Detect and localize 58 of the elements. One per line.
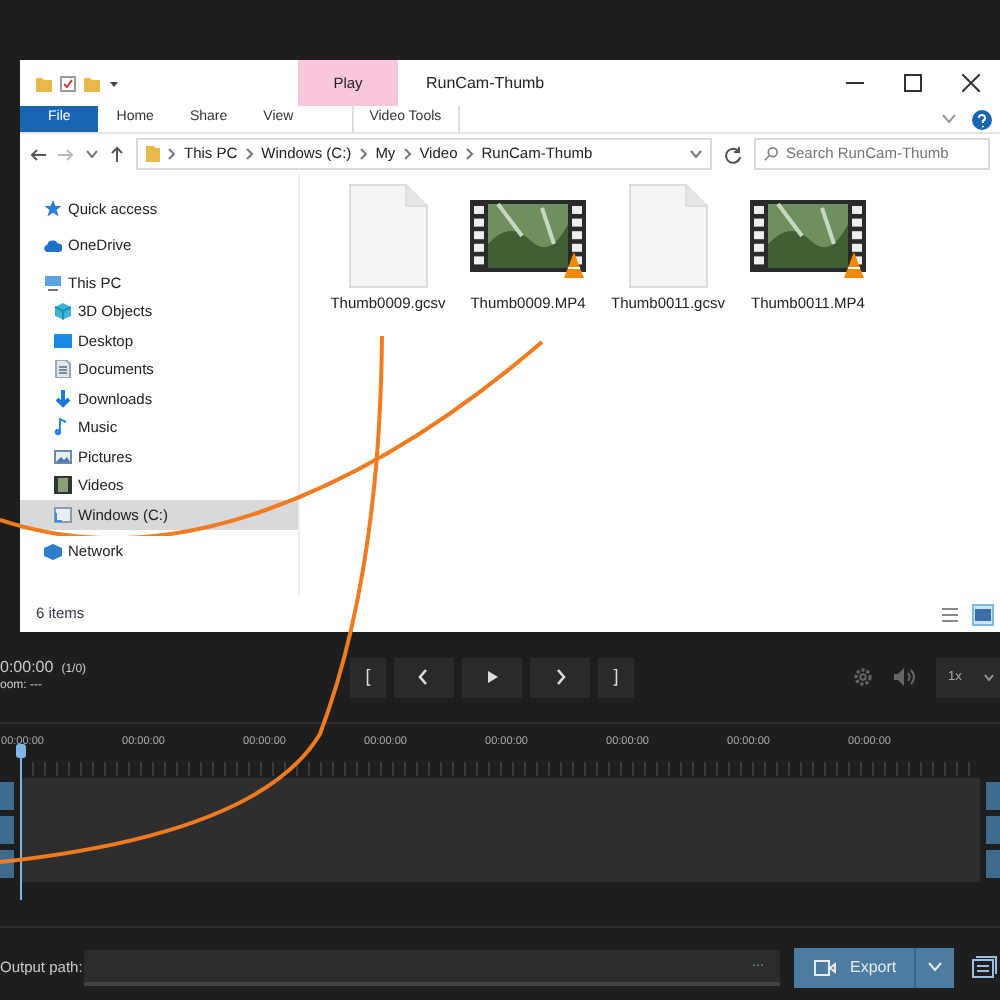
chevron-down-icon	[928, 962, 942, 972]
chevron-down-icon[interactable]	[86, 150, 98, 158]
track-button[interactable]	[986, 782, 1000, 810]
music-icon	[54, 418, 72, 437]
chevron-down-icon[interactable]	[942, 114, 956, 124]
next-button[interactable]	[530, 657, 590, 697]
document-icon	[628, 184, 708, 288]
chevron-right-icon	[359, 148, 368, 160]
track-button[interactable]	[0, 782, 14, 810]
previous-button[interactable]	[394, 657, 454, 697]
pc-icon	[44, 273, 62, 292]
video-camera-icon	[814, 959, 836, 975]
checklist-icon[interactable]	[60, 75, 76, 91]
export-button[interactable]: Export	[794, 947, 954, 987]
document-icon	[348, 184, 428, 288]
network-icon	[44, 542, 62, 561]
details-view-button[interactable]	[941, 605, 959, 623]
bracket-button[interactable]: ]	[598, 657, 634, 697]
speaker-icon[interactable]	[894, 668, 916, 686]
maximize-icon[interactable]	[904, 74, 922, 92]
chevron-down-icon	[984, 673, 994, 681]
track-button[interactable]	[986, 850, 1000, 878]
caret-icon[interactable]	[108, 77, 120, 89]
cube-icon	[54, 302, 72, 321]
large-icons-view-button[interactable]	[973, 605, 991, 623]
chevron-icon	[415, 668, 433, 686]
gear-icon[interactable]	[852, 666, 874, 688]
window-title: RunCam-Thumb	[426, 71, 545, 95]
folder-icon	[36, 75, 52, 91]
back-arrow-icon[interactable]	[30, 147, 46, 161]
chevron-down-icon[interactable]	[690, 150, 702, 158]
cloud-icon	[44, 236, 62, 255]
film-icon	[54, 476, 72, 495]
chevron-right-icon	[465, 148, 474, 160]
close-icon[interactable]	[962, 74, 980, 92]
star-icon	[44, 199, 62, 218]
track-button[interactable]	[986, 816, 1000, 844]
chevron-right-icon	[245, 148, 254, 160]
timecode: 0:00:00	[0, 658, 54, 680]
chevron-right-icon	[168, 148, 176, 160]
render-queue-icon[interactable]	[972, 956, 998, 978]
doc-icon	[54, 360, 72, 379]
download-icon	[54, 389, 72, 408]
chevron-right-icon	[403, 148, 412, 160]
picture-icon	[54, 447, 72, 466]
search-icon	[764, 146, 778, 162]
help-icon[interactable]	[972, 109, 992, 129]
play-icon	[483, 668, 501, 686]
desktop-icon	[54, 331, 72, 350]
refresh-icon[interactable]	[724, 145, 742, 163]
playhead-handle[interactable]	[16, 744, 26, 900]
folder-icon	[146, 146, 160, 162]
chevron-icon	[551, 668, 569, 686]
drive-icon	[54, 505, 72, 524]
bracket-button[interactable]: [	[350, 657, 386, 697]
play-button[interactable]	[462, 657, 522, 697]
up-arrow-icon[interactable]	[110, 146, 124, 162]
track-button[interactable]	[0, 816, 14, 844]
